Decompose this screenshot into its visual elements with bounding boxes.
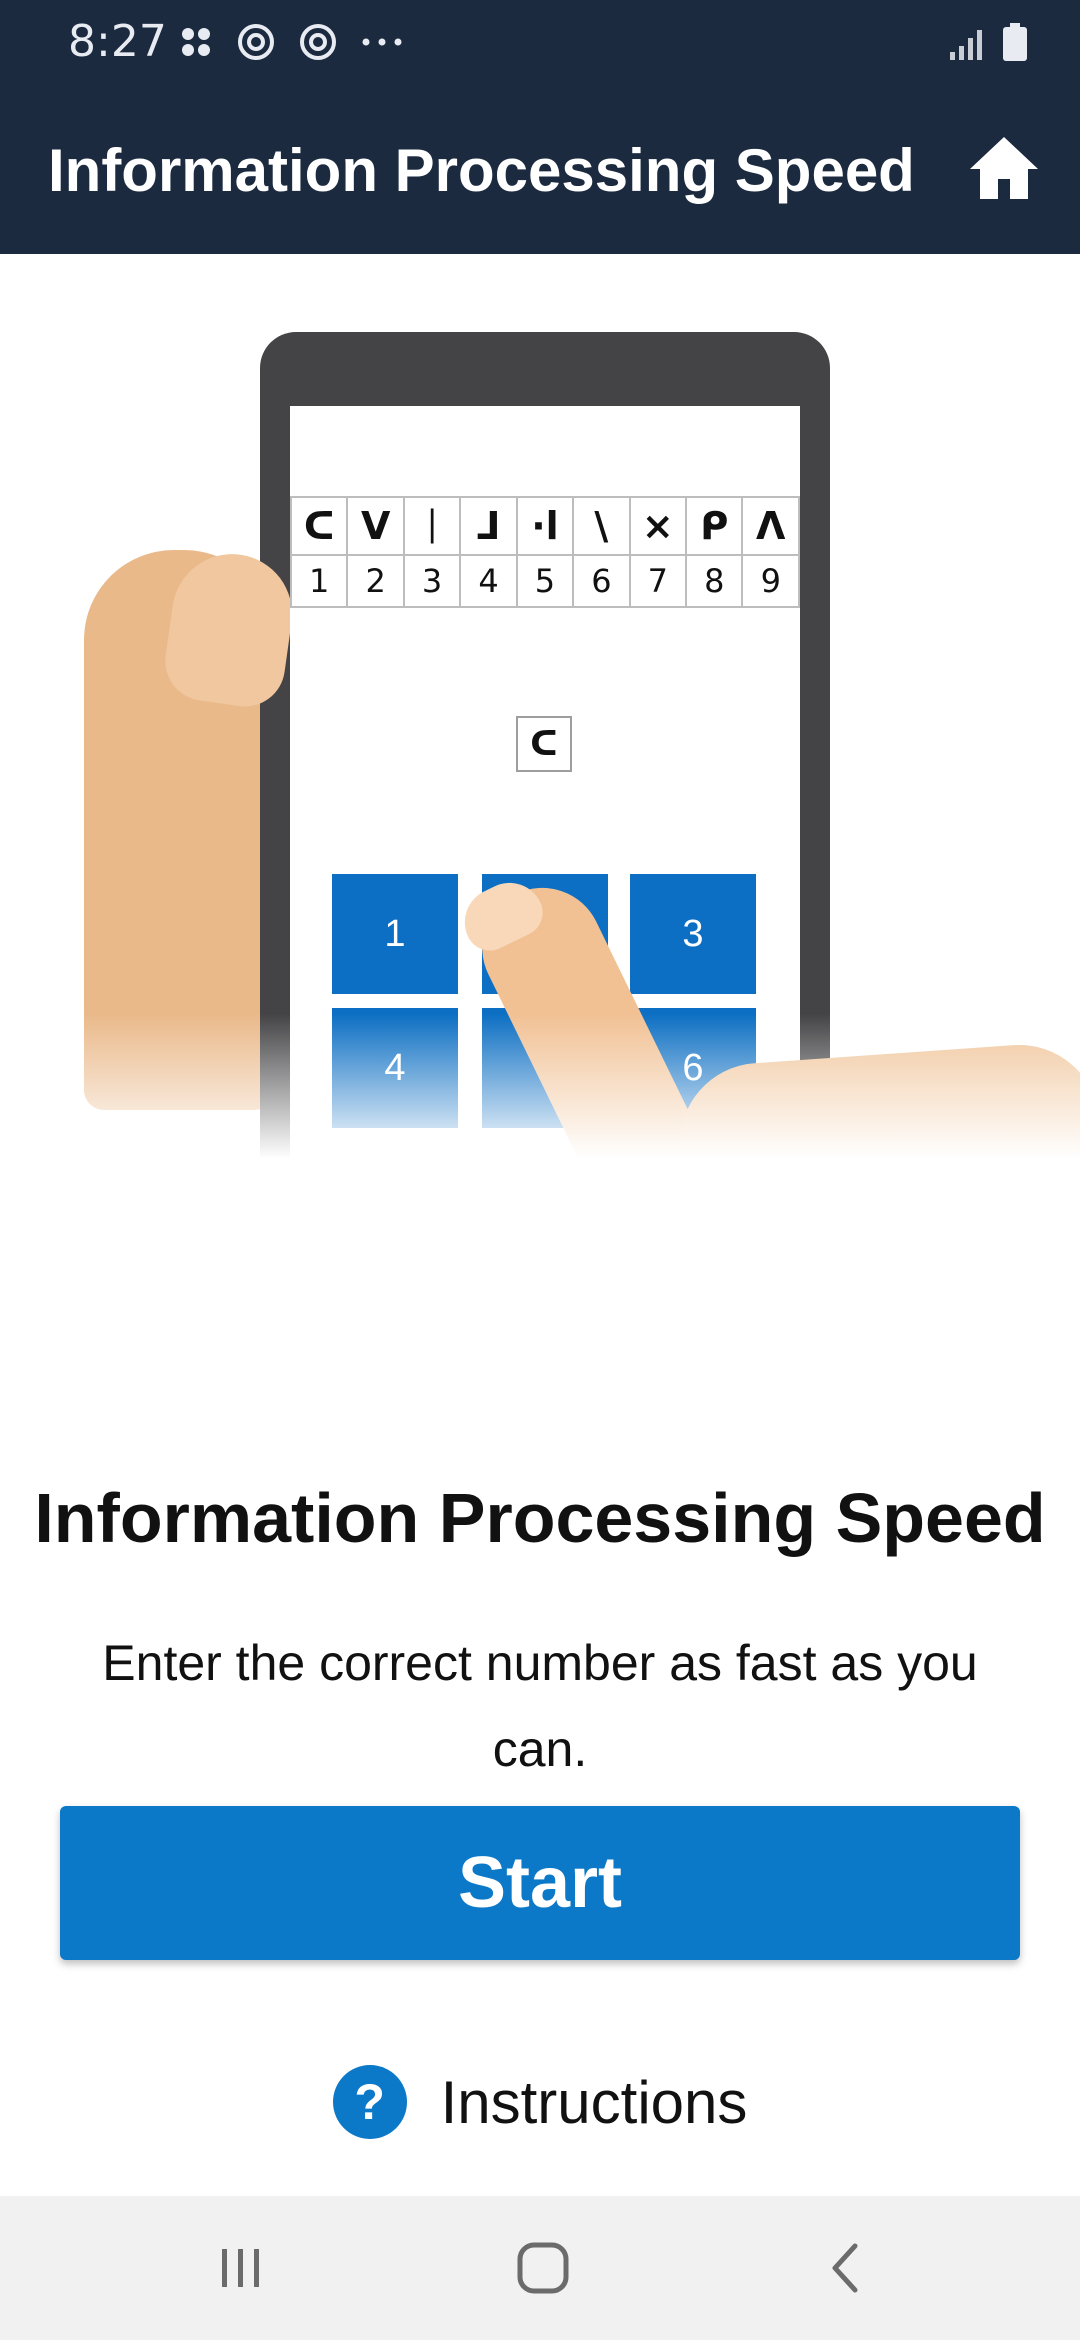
key-symbol: ᑕ bbox=[289, 496, 349, 556]
apps-icon bbox=[182, 28, 210, 56]
status-time: 8:27 bbox=[68, 16, 167, 67]
key-number: 4 bbox=[459, 554, 518, 608]
start-button[interactable]: Start bbox=[60, 1806, 1020, 1960]
home-circle-icon bbox=[517, 2242, 569, 2294]
number-row: 1 2 3 4 5 6 7 8 9 bbox=[289, 554, 800, 608]
back-icon bbox=[832, 2243, 858, 2293]
target-symbol: ᑕ bbox=[516, 716, 572, 772]
keypad-key: 3 bbox=[630, 874, 756, 994]
nav-home-button[interactable] bbox=[498, 2232, 588, 2304]
key-symbol: Λ bbox=[741, 496, 800, 556]
sync-icon bbox=[300, 24, 336, 60]
key-symbol: V bbox=[346, 496, 405, 556]
help-icon: ? bbox=[332, 2065, 407, 2139]
instructions-link[interactable]: ? Instructions bbox=[0, 2062, 1080, 2142]
signal-icon bbox=[950, 30, 982, 60]
instructions-label: Instructions bbox=[440, 2068, 748, 2136]
app-bar: Information Processing Speed bbox=[0, 84, 1080, 254]
battery-icon bbox=[1003, 23, 1027, 61]
key-symbol: × bbox=[628, 496, 688, 556]
page-heading: Information Processing Speed bbox=[34, 1479, 1046, 1557]
key-number: 6 bbox=[572, 554, 631, 608]
recent-apps-icon bbox=[222, 2249, 259, 2287]
key-number: 9 bbox=[741, 554, 800, 608]
home-icon bbox=[970, 137, 1038, 199]
notification-icons bbox=[178, 22, 404, 62]
key-symbol: ·l bbox=[515, 496, 575, 556]
back-button[interactable] bbox=[800, 2232, 890, 2304]
key-symbol: ᑭ bbox=[685, 496, 744, 556]
symbol-key-table: ᑕ V ᛁ ᒧ ·l \ × ᑭ Λ 1 2 3 4 5 6 7 8 9 bbox=[289, 496, 800, 608]
key-number: 3 bbox=[402, 554, 462, 608]
hero-illustration: ᑕ V ᛁ ᒧ ·l \ × ᑭ Λ 1 2 3 4 5 6 7 8 9 ᑕ 1… bbox=[0, 254, 1080, 1174]
key-number: 1 bbox=[289, 554, 349, 608]
key-symbol: ᛁ bbox=[402, 496, 462, 556]
home-button[interactable] bbox=[962, 126, 1046, 210]
key-symbol: \ bbox=[572, 496, 631, 556]
key-number: 5 bbox=[515, 554, 575, 608]
symbol-row: ᑕ V ᛁ ᒧ ·l \ × ᑭ Λ bbox=[289, 496, 800, 556]
recent-apps-button[interactable] bbox=[196, 2232, 286, 2304]
sync-icon bbox=[238, 24, 274, 60]
key-number: 8 bbox=[685, 554, 744, 608]
status-bar: 8:27 bbox=[0, 0, 1080, 84]
system-nav-bar bbox=[0, 2196, 1080, 2340]
hero-fade bbox=[0, 1014, 1080, 1174]
app-title: Information Processing Speed bbox=[48, 137, 915, 204]
status-right-icons bbox=[948, 22, 1028, 62]
more-icon bbox=[362, 38, 402, 46]
page-description: Enter the correct number as fast as you … bbox=[102, 1635, 978, 1777]
keypad-key: 1 bbox=[332, 874, 458, 994]
key-symbol: ᒧ bbox=[459, 496, 518, 556]
key-number: 2 bbox=[346, 554, 405, 608]
key-number: 7 bbox=[628, 554, 688, 608]
